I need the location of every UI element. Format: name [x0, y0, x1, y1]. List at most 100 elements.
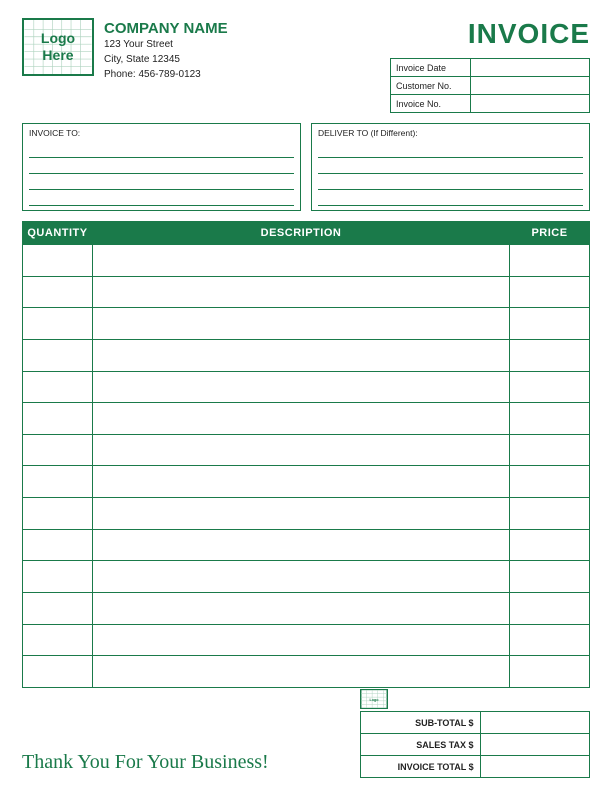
company-section: Logo Here COMPANY NAME 123 Your Street C… — [22, 18, 228, 82]
price-cell[interactable] — [510, 276, 590, 308]
deliver-to-line1[interactable] — [318, 142, 583, 158]
invoice-date-row: Invoice Date — [391, 59, 590, 77]
deliver-to-line3[interactable] — [318, 174, 583, 190]
invoice-date-label: Invoice Date — [391, 59, 471, 77]
company-info: COMPANY NAME 123 Your Street City, State… — [104, 18, 228, 82]
invoice-to-line2[interactable] — [29, 158, 294, 174]
sub-total-row: SUB-TOTAL $ — [361, 712, 590, 734]
price-cell[interactable] — [510, 371, 590, 403]
price-cell[interactable] — [510, 245, 590, 277]
price-cell[interactable] — [510, 656, 590, 688]
desc-cell[interactable] — [93, 434, 510, 466]
logo-line2: Here — [41, 47, 75, 64]
phone: Phone: 456-789-0123 — [104, 67, 228, 82]
qty-cell[interactable] — [23, 308, 93, 340]
qty-cell[interactable] — [23, 561, 93, 593]
customer-no-label: Customer No. — [391, 77, 471, 95]
price-cell[interactable] — [510, 561, 590, 593]
invoice-date-value[interactable] — [470, 59, 589, 77]
invoice-to-line1[interactable] — [29, 142, 294, 158]
company-name: COMPANY NAME — [104, 20, 228, 37]
desc-cell[interactable] — [93, 403, 510, 435]
table-header-row: QUANTITY DESCRIPTION PRICE — [23, 222, 590, 245]
invoice-to-line3[interactable] — [29, 174, 294, 190]
price-cell[interactable] — [510, 466, 590, 498]
deliver-to-label: DELIVER TO (If Different): — [318, 128, 583, 138]
qty-cell[interactable] — [23, 529, 93, 561]
invoice-total-label: INVOICE TOTAL $ — [361, 756, 481, 778]
sub-total-value[interactable] — [480, 712, 589, 734]
logo-text: Logo Here — [41, 30, 75, 64]
invoice-info-section: INVOICE Invoice Date Customer No. Invoic… — [390, 18, 590, 113]
invoice-to-lines — [29, 142, 294, 206]
price-header: PRICE — [510, 222, 590, 245]
qty-cell[interactable] — [23, 403, 93, 435]
small-logo-area: Logo — [360, 689, 590, 709]
desc-cell[interactable] — [93, 656, 510, 688]
invoice-no-row: Invoice No. — [391, 95, 590, 113]
table-row — [23, 308, 590, 340]
invoice-fields-table: Invoice Date Customer No. Invoice No. — [390, 58, 590, 113]
table-row — [23, 371, 590, 403]
price-cell[interactable] — [510, 593, 590, 625]
desc-cell[interactable] — [93, 529, 510, 561]
address-line1: 123 Your Street — [104, 37, 228, 52]
qty-cell[interactable] — [23, 593, 93, 625]
desc-cell[interactable] — [93, 498, 510, 530]
invoice-no-value[interactable] — [470, 95, 589, 113]
svg-text:Logo: Logo — [369, 698, 379, 702]
sales-tax-value[interactable] — [480, 734, 589, 756]
desc-cell[interactable] — [93, 245, 510, 277]
table-row — [23, 498, 590, 530]
desc-cell[interactable] — [93, 276, 510, 308]
table-row — [23, 403, 590, 435]
footer-section: Thank You For Your Business! Logo — [22, 688, 590, 778]
price-cell[interactable] — [510, 529, 590, 561]
table-row — [23, 434, 590, 466]
qty-cell[interactable] — [23, 245, 93, 277]
totals-table: SUB-TOTAL $ SALES TAX $ INVOICE TOTAL $ — [360, 711, 590, 778]
company-address: 123 Your Street City, State 12345 Phone:… — [104, 37, 228, 82]
desc-cell[interactable] — [93, 308, 510, 340]
desc-cell[interactable] — [93, 371, 510, 403]
desc-cell[interactable] — [93, 593, 510, 625]
price-cell[interactable] — [510, 339, 590, 371]
items-table: QUANTITY DESCRIPTION PRICE — [22, 221, 590, 688]
invoice-total-value[interactable] — [480, 756, 589, 778]
qty-cell[interactable] — [23, 498, 93, 530]
mini-logo-svg: Logo — [361, 689, 387, 709]
logo-line1: Logo — [41, 30, 75, 47]
invoice-page: Logo Here COMPANY NAME 123 Your Street C… — [0, 0, 612, 792]
deliver-to-line2[interactable] — [318, 158, 583, 174]
qty-cell[interactable] — [23, 276, 93, 308]
price-cell[interactable] — [510, 624, 590, 656]
customer-no-value[interactable] — [470, 77, 589, 95]
deliver-to-box: DELIVER TO (If Different): — [311, 123, 590, 211]
qty-cell[interactable] — [23, 466, 93, 498]
desc-cell[interactable] — [93, 339, 510, 371]
deliver-to-line4[interactable] — [318, 190, 583, 206]
qty-cell[interactable] — [23, 624, 93, 656]
totals-section: Logo SUB-TOTAL $ SALES TAX $ INVOICE TOT — [360, 689, 590, 778]
price-cell[interactable] — [510, 308, 590, 340]
table-row — [23, 339, 590, 371]
desc-cell[interactable] — [93, 466, 510, 498]
price-cell[interactable] — [510, 498, 590, 530]
logo-box: Logo Here — [22, 18, 94, 76]
desc-cell[interactable] — [93, 624, 510, 656]
desc-cell[interactable] — [93, 561, 510, 593]
table-row — [23, 245, 590, 277]
qty-cell[interactable] — [23, 371, 93, 403]
table-row — [23, 529, 590, 561]
table-row — [23, 561, 590, 593]
deliver-to-lines — [318, 142, 583, 206]
price-cell[interactable] — [510, 434, 590, 466]
qty-cell[interactable] — [23, 339, 93, 371]
qty-cell[interactable] — [23, 656, 93, 688]
quantity-header: QUANTITY — [23, 222, 93, 245]
price-cell[interactable] — [510, 403, 590, 435]
qty-cell[interactable] — [23, 434, 93, 466]
table-row — [23, 276, 590, 308]
invoice-to-line4[interactable] — [29, 190, 294, 206]
invoice-total-row: INVOICE TOTAL $ — [361, 756, 590, 778]
